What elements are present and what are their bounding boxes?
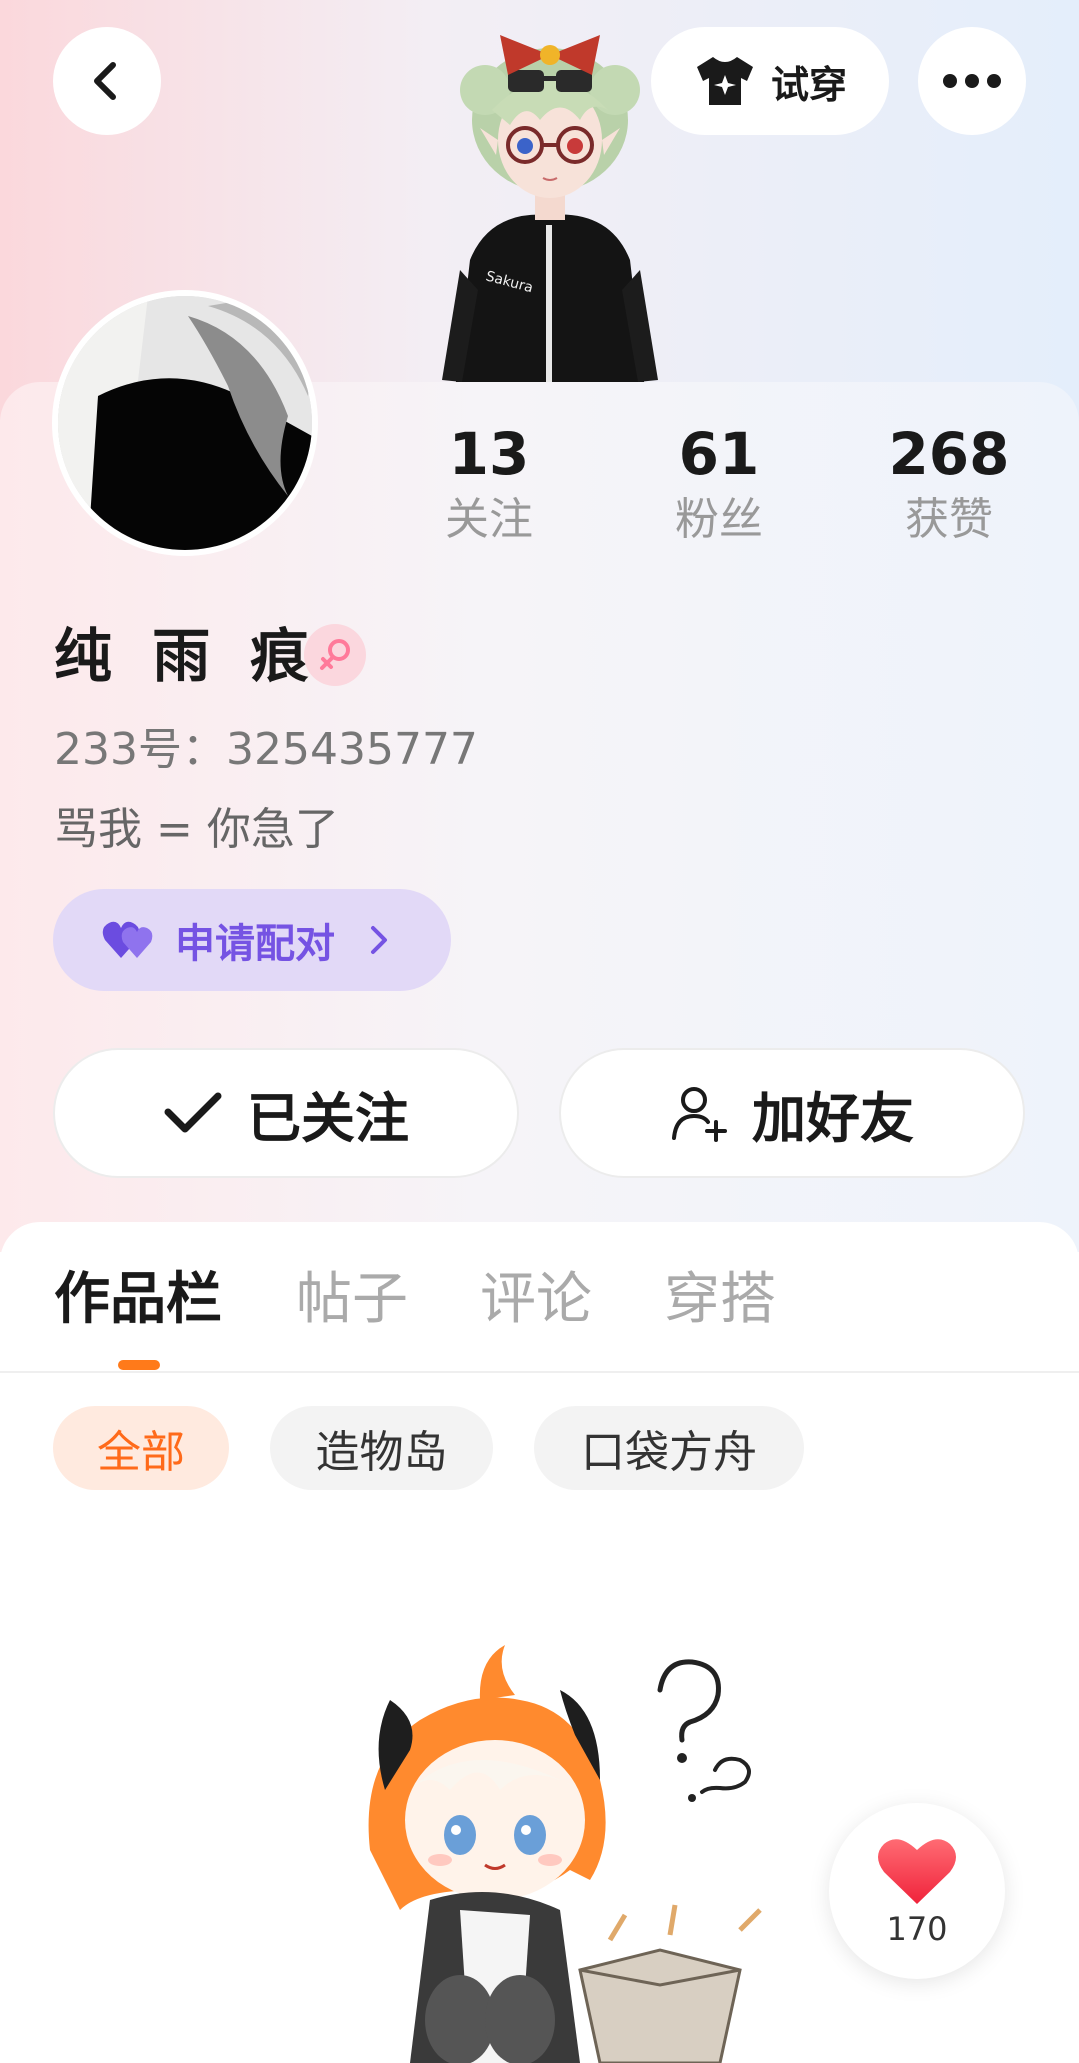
double-heart-icon [102, 921, 153, 958]
following-button-label: 已关注 [247, 1086, 409, 1150]
avatar-3d-character: Sakura [442, 35, 658, 390]
more-dots-icon [943, 74, 1001, 88]
followers-label: 粉丝 [675, 494, 763, 545]
following-button[interactable]: 已关注 [53, 1048, 519, 1178]
followers-count: 61 [678, 420, 760, 488]
tab-divider [0, 1371, 1079, 1373]
filter-all[interactable]: 全部 [53, 1406, 229, 1490]
user-id: 233号：325435777 [54, 724, 478, 775]
heart-icon [878, 1839, 956, 1904]
filter-pocket-ark[interactable]: 口袋方舟 [534, 1406, 804, 1490]
user-bio: 骂我 = 你急了 [54, 804, 339, 855]
female-icon [304, 624, 366, 686]
tab-works[interactable]: 作品栏 [54, 1262, 222, 1338]
add-friend-label: 加好友 [752, 1086, 914, 1150]
add-friend-button[interactable]: 加好友 [559, 1048, 1025, 1178]
tab-comments[interactable]: 评论 [480, 1262, 592, 1338]
stat-followers[interactable]: 61 粉丝 [629, 418, 809, 550]
try-on-label: 试穿 [770, 62, 847, 107]
add-user-icon [672, 1087, 727, 1142]
likes-count: 268 [888, 420, 1010, 488]
apply-pair-button[interactable]: 申请配对 [53, 889, 451, 991]
more-options-button[interactable] [918, 27, 1026, 135]
following-label: 关注 [445, 494, 533, 545]
back-button[interactable] [53, 27, 161, 135]
like-count: 170 [886, 1910, 948, 1948]
chevron-right-icon [371, 926, 387, 954]
filter-creation-island[interactable]: 造物岛 [270, 1406, 493, 1490]
active-tab-indicator [118, 1360, 160, 1370]
empty-state-illustration [368, 1645, 762, 2063]
stat-following[interactable]: 13 关注 [399, 418, 579, 550]
avatar-image [58, 296, 312, 550]
try-on-button[interactable]: 试穿 [651, 27, 889, 135]
stat-likes[interactable]: 268 获赞 [859, 418, 1039, 550]
tab-outfits[interactable]: 穿搭 [664, 1262, 776, 1338]
apply-pair-label: 申请配对 [175, 921, 335, 967]
profile-avatar[interactable] [52, 290, 318, 556]
following-count: 13 [448, 420, 530, 488]
like-floating-button[interactable]: 170 [829, 1803, 1005, 1979]
chevron-left-icon [94, 62, 116, 100]
check-icon [164, 1092, 222, 1133]
tab-posts[interactable]: 帖子 [296, 1262, 408, 1338]
tshirt-icon [696, 57, 753, 105]
likes-label: 获赞 [905, 494, 993, 545]
